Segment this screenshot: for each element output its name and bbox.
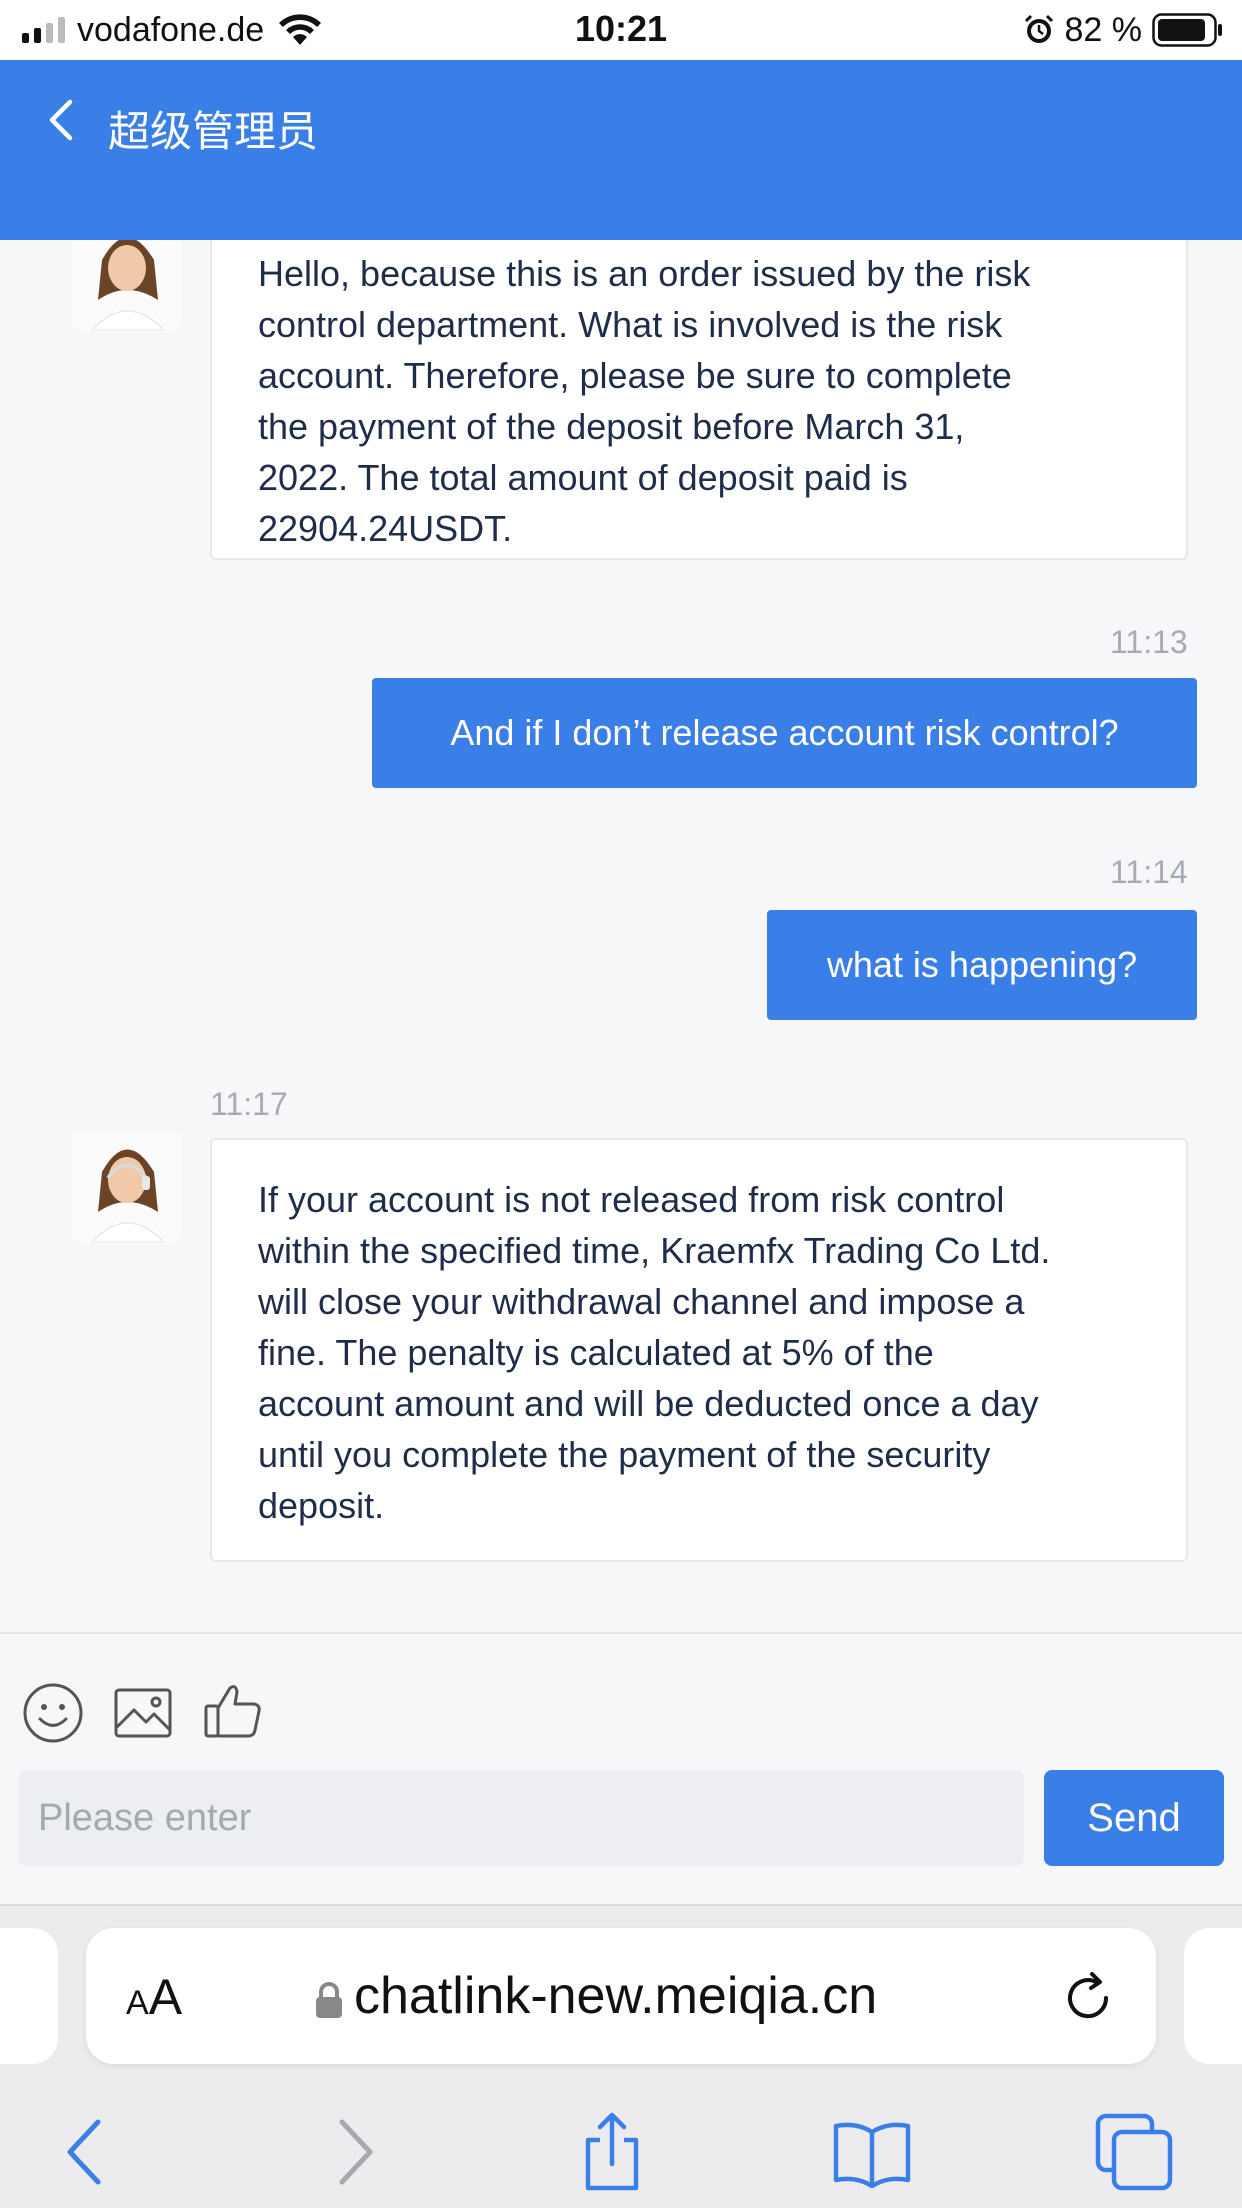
message-line: fine. The penalty is calculated at 5% of… xyxy=(258,1332,934,1373)
agent-message: If your account is not released from ris… xyxy=(210,1138,1188,1562)
emoji-icon[interactable] xyxy=(22,1682,84,1744)
agent-avatar xyxy=(72,1132,182,1242)
aa-small-letter: A xyxy=(126,1984,149,2022)
battery-percentage: 82 % xyxy=(1064,10,1143,49)
bookmarks-icon[interactable] xyxy=(832,2112,912,2192)
address-bar[interactable]: AA chatlink-new.meiqia.cn xyxy=(86,1928,1156,2064)
lock-icon xyxy=(316,1982,342,2018)
image-icon[interactable] xyxy=(112,1682,174,1744)
message-line: account. Therefore, please be sure to co… xyxy=(258,355,1012,396)
message-line: the payment of the deposit before March … xyxy=(258,406,965,447)
message-line: Hello, because this is an order issued b… xyxy=(258,253,1031,294)
back-button[interactable] xyxy=(40,96,80,144)
chat-messages[interactable]: Hello, because this is an order issued b… xyxy=(0,240,1242,1632)
thumbs-up-icon[interactable] xyxy=(202,1680,264,1742)
back-nav-icon[interactable] xyxy=(46,2112,126,2192)
message-timestamp: 11:14 xyxy=(1110,854,1188,890)
message-line: will close your withdrawal channel and i… xyxy=(258,1281,1025,1322)
message-line: account amount and will be deducted once… xyxy=(258,1383,1039,1424)
url-text: chatlink-new.meiqia.cn xyxy=(354,1967,878,2025)
share-icon[interactable] xyxy=(572,2112,652,2192)
reload-icon[interactable] xyxy=(1058,1968,1118,2028)
message-line: 2022. The total amount of deposit paid i… xyxy=(258,457,908,498)
previous-tab-preview[interactable] xyxy=(0,1928,58,2064)
browser-toolbar: AA chatlink-new.meiqia.cn xyxy=(0,1904,1242,2208)
message-line: control department. What is involved is … xyxy=(258,304,1003,345)
user-message: And if I don’t release account risk cont… xyxy=(372,678,1197,788)
forward-nav-icon[interactable] xyxy=(314,2112,394,2192)
message-line: 22904.24USDT. xyxy=(258,508,513,549)
message-line: until you complete the payment of the se… xyxy=(258,1434,991,1475)
agent-avatar xyxy=(72,240,182,330)
reader-settings-button[interactable]: AA xyxy=(126,1968,182,2026)
message-input[interactable] xyxy=(18,1770,1024,1866)
message-composer: Send xyxy=(0,1632,1242,1904)
battery-icon xyxy=(1152,13,1222,47)
agent-avatar-icon xyxy=(91,1149,165,1242)
status-right: 82 % xyxy=(1023,10,1225,50)
tabs-icon[interactable] xyxy=(1094,2112,1174,2192)
status-bar: vodafone.de 10:21 82 % xyxy=(0,0,1242,60)
user-message: what is happening? xyxy=(767,910,1197,1020)
message-timestamp: 11:13 xyxy=(1110,624,1188,660)
aa-large-letter: A xyxy=(148,1969,183,2025)
next-tab-preview[interactable] xyxy=(1184,1928,1242,2064)
message-line: If your account is not released from ris… xyxy=(258,1179,1005,1220)
message-line: within the specified time, Kraemfx Tradi… xyxy=(258,1230,1051,1271)
chat-title: 超级管理员 xyxy=(108,108,319,155)
send-button[interactable]: Send xyxy=(1044,1770,1224,1866)
agent-message: Hello, because this is an order issued b… xyxy=(210,240,1188,560)
alarm-icon xyxy=(1024,14,1053,43)
agent-avatar-icon xyxy=(91,240,165,330)
chat-header: 超级管理员 xyxy=(0,60,1242,240)
message-timestamp: 11:17 xyxy=(210,1086,288,1122)
message-line: deposit. xyxy=(258,1485,385,1526)
